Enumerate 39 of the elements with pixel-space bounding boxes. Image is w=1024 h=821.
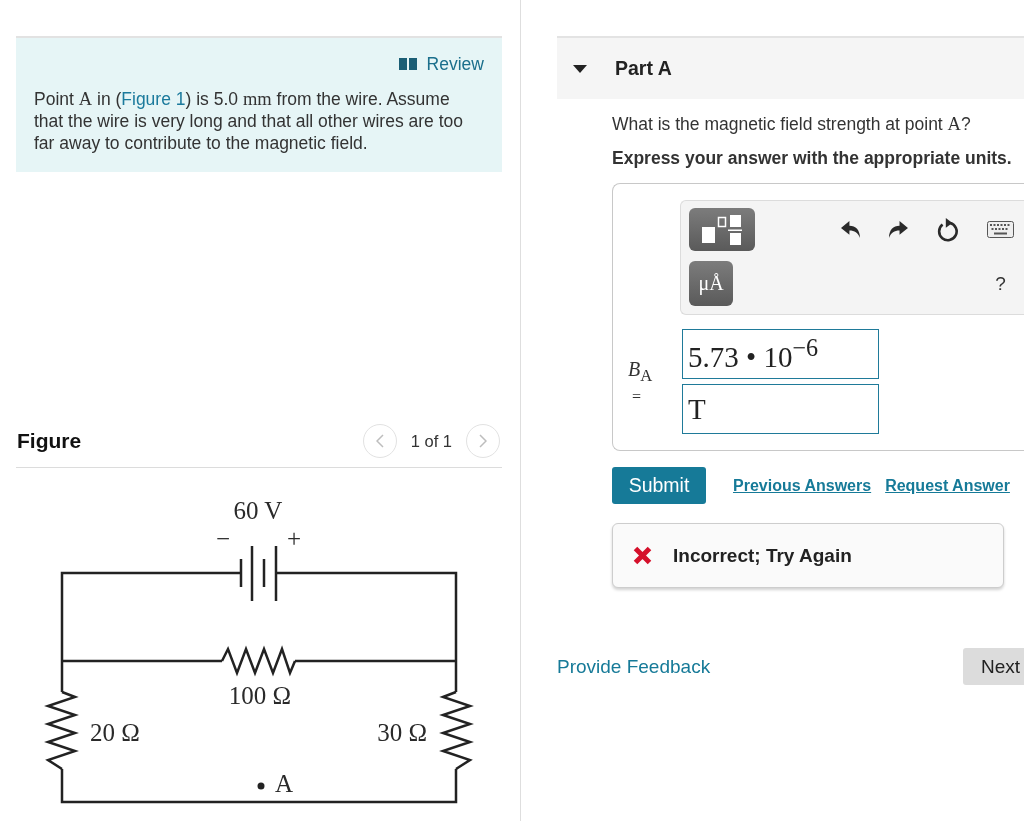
reset-icon[interactable] xyxy=(937,217,959,242)
answer-value-field[interactable]: 5.73 • 10$^{−6}$ xyxy=(682,329,879,379)
units-button[interactable]: μÅ xyxy=(689,261,733,306)
review-link[interactable]: Review xyxy=(398,54,484,74)
answer-action-link[interactable]: Previous Answers xyxy=(733,476,872,495)
variable-label: B$_{A}$ xyxy=(628,357,653,387)
positive-sign: + xyxy=(286,525,302,552)
chevron-right-icon xyxy=(479,434,487,448)
question-text: What is the magnetic field strength at point A? xyxy=(612,113,972,135)
chevron-left-icon xyxy=(375,434,384,448)
figure-link[interactable]: Figure 1 xyxy=(121,89,186,109)
resistance-label: 100 Ω xyxy=(228,682,292,709)
answer-action-link[interactable]: Request Answer xyxy=(885,476,1010,495)
provide-feedback-link[interactable]: Provide Feedback xyxy=(557,655,711,678)
figure-heading: Figure xyxy=(17,429,82,453)
point-dot-icon xyxy=(257,782,265,790)
figure-counter: 1 of 1 xyxy=(410,431,452,451)
equals-sign: = xyxy=(632,388,642,406)
point-label: A xyxy=(275,770,294,797)
instruction-text: Express your answer with the appropriate units. xyxy=(612,147,1013,169)
resistance-label: 30 Ω xyxy=(377,719,427,746)
submit-button[interactable]: Submit xyxy=(612,467,706,504)
next-button[interactable]: Next xyxy=(962,648,1024,685)
template-icon xyxy=(702,214,742,245)
help-button[interactable]: ? xyxy=(987,272,1014,295)
book-icon xyxy=(398,58,417,70)
battery-symbol xyxy=(239,546,278,601)
part-header[interactable]: Part A xyxy=(557,36,1024,99)
negative-sign: − xyxy=(215,525,231,552)
undo-icon[interactable] xyxy=(841,221,861,238)
answer-units-field[interactable]: T xyxy=(682,384,879,434)
redo-icon[interactable] xyxy=(889,221,909,238)
voltage-label: 60 V xyxy=(233,497,283,524)
part-title: Part A xyxy=(615,57,672,80)
keyboard-icon[interactable] xyxy=(987,221,1014,238)
resistance-label: 20 Ω xyxy=(90,719,140,746)
template-button[interactable] xyxy=(689,208,755,251)
problem-text: Point A in (Figure 1) is 5.0 mm from the wire. Assume that the wire is very long and that all other wires are too far away to contribute to the magnetic field. xyxy=(34,88,464,154)
feedback-text: Incorrect; Try Again xyxy=(673,544,852,567)
